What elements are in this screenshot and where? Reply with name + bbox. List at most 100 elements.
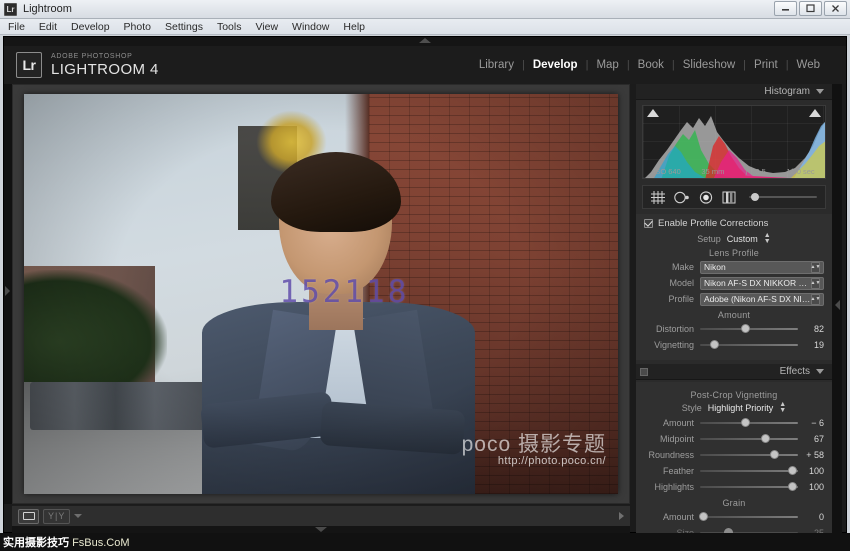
vignette-roundness-row: Roundness + 58 (644, 448, 824, 462)
select-spinner-icon[interactable]: ▲▼ (811, 293, 820, 305)
vignette-feather-slider[interactable] (700, 465, 798, 477)
minimize-button[interactable] (774, 1, 797, 16)
highlight-clipping-indicator[interactable] (809, 109, 821, 117)
slider-knob[interactable] (741, 418, 751, 428)
lens-make-select[interactable]: Nikon ▲▼ (700, 260, 824, 274)
image-viewer[interactable]: 152118 poco 摄影专题 http://photo.poco.cn/ (12, 84, 630, 504)
effects-panel-header[interactable]: Effects (636, 364, 832, 381)
shadow-clipping-indicator[interactable] (647, 109, 659, 117)
vignette-highlights-value[interactable]: 100 (798, 482, 824, 492)
enable-profile-corrections-row[interactable]: Enable Profile Corrections (644, 218, 824, 229)
vignette-style-row[interactable]: Style Highlight Priority ▲ ▼ (644, 401, 824, 414)
left-panel-collapse[interactable] (4, 84, 12, 504)
lens-make-value: Nikon (704, 262, 726, 273)
enable-profile-corrections-label: Enable Profile Corrections (658, 218, 769, 229)
menu-photo[interactable]: Photo (124, 21, 151, 33)
menu-view[interactable]: View (255, 21, 278, 33)
menu-tools[interactable]: Tools (217, 21, 242, 33)
brush-slider-knob[interactable] (751, 193, 759, 201)
histogram-panel-header[interactable]: Histogram (636, 84, 832, 100)
distortion-value[interactable]: 82 (798, 324, 824, 334)
vignette-midpoint-slider[interactable] (700, 433, 798, 445)
select-spinner-icon[interactable]: ▲▼ (811, 277, 820, 289)
vignette-midpoint-value[interactable]: 67 (798, 434, 824, 444)
slider-knob[interactable] (788, 482, 798, 492)
lens-model-label: Model (669, 278, 694, 289)
top-panel-collapse[interactable] (4, 37, 846, 46)
slider-knob[interactable] (741, 324, 751, 334)
vignette-amount-slider[interactable] (700, 417, 798, 429)
slider-knob[interactable] (770, 450, 780, 460)
loupe-view-icon[interactable] (18, 508, 39, 524)
toolbar-expand-icon[interactable] (619, 512, 624, 520)
distortion-row: Distortion 82 (644, 322, 824, 336)
compare-view-button[interactable]: Y|Y (43, 508, 71, 524)
filmstrip-collapse[interactable] (12, 526, 630, 533)
histogram-title: Histogram (764, 86, 810, 97)
vignette-feather-value[interactable]: 100 (798, 466, 824, 476)
module-web[interactable]: Web (789, 59, 828, 71)
slider-track (700, 454, 798, 457)
watermark-cn-text: 实用摄影技巧 (3, 537, 69, 549)
vignetting-value[interactable]: 19 (798, 340, 824, 350)
vignette-style-value[interactable]: Highlight Priority (708, 403, 774, 413)
select-spinner-icon[interactable]: ▲▼ (811, 261, 820, 273)
vignette-roundness-value[interactable]: + 58 (798, 450, 824, 460)
maximize-button[interactable] (799, 1, 822, 16)
effects-enable-switch[interactable] (640, 367, 648, 376)
slider-knob[interactable] (788, 466, 798, 476)
lens-profile-select[interactable]: Adobe (Nikon AF-S DX NIKKO... ▲▼ (700, 292, 824, 306)
menu-settings[interactable]: Settings (165, 21, 203, 33)
module-book[interactable]: Book (630, 59, 672, 71)
module-print[interactable]: Print (746, 59, 786, 71)
grain-amount-value[interactable]: 0 (798, 512, 824, 522)
menu-edit[interactable]: Edit (39, 21, 57, 33)
module-map[interactable]: Map (588, 59, 626, 71)
slider-knob[interactable] (698, 512, 708, 522)
lens-corrections-section: Enable Profile Corrections Setup Custom … (636, 214, 832, 361)
chevron-down-icon[interactable] (816, 89, 824, 94)
lightroom-logo-icon: Lr (16, 52, 42, 78)
slider-knob[interactable] (709, 340, 719, 350)
right-panel-collapse[interactable] (832, 84, 842, 533)
crop-overlay-icon[interactable] (651, 190, 665, 204)
vignette-roundness-slider[interactable] (700, 449, 798, 461)
graduated-filter-icon[interactable] (722, 191, 736, 204)
vignette-amount-row: Amount − 6 (644, 416, 824, 430)
adjustment-brush-icon[interactable] (749, 192, 817, 202)
vignette-midpoint-label: Midpoint (659, 434, 694, 445)
slider-knob[interactable] (760, 434, 770, 444)
chevron-down-icon[interactable] (816, 369, 824, 375)
updown-icon[interactable]: ▲ ▼ (779, 401, 786, 414)
slider-track (700, 486, 798, 489)
menu-help[interactable]: Help (343, 21, 365, 33)
photo-canvas[interactable]: 152118 poco 摄影专题 http://photo.poco.cn/ (24, 94, 618, 494)
close-button[interactable] (824, 1, 847, 16)
red-eye-icon[interactable] (699, 190, 713, 204)
menu-develop[interactable]: Develop (71, 21, 110, 33)
app-icon: Lr (4, 2, 17, 16)
histogram-graph[interactable]: ISO 640 35 mm ƒ / 2.5 1/50 sec (642, 105, 826, 179)
watermark-brand-text: poco 摄影专题 (461, 433, 606, 457)
setup-value[interactable]: Custom (727, 234, 758, 244)
vignetting-label: Vignetting (654, 340, 694, 351)
lens-model-select[interactable]: Nikon AF-S DX NIKKOR 35mm... ▲▼ (700, 276, 824, 290)
enable-profile-corrections-checkbox[interactable] (644, 219, 653, 228)
spot-removal-icon[interactable] (674, 191, 690, 204)
menu-window[interactable]: Window (292, 21, 329, 33)
module-library[interactable]: Library (471, 59, 522, 71)
updown-icon[interactable]: ▲ ▼ (764, 232, 771, 245)
lens-profile-value: Adobe (Nikon AF-S DX NIKKO... (704, 294, 811, 305)
module-develop[interactable]: Develop (525, 59, 586, 71)
module-slideshow[interactable]: Slideshow (675, 59, 743, 71)
distortion-slider[interactable] (700, 323, 798, 335)
setup-row[interactable]: Setup Custom ▲ ▼ (644, 232, 824, 245)
menu-file[interactable]: File (8, 21, 25, 33)
vignette-amount-value[interactable]: − 6 (798, 418, 824, 428)
chevron-down-icon[interactable] (74, 514, 83, 518)
grain-amount-slider[interactable] (698, 511, 798, 523)
lens-profile-title: Lens Profile (709, 248, 759, 259)
vignetting-slider[interactable] (700, 339, 798, 351)
effects-title: Effects (779, 366, 810, 378)
vignette-highlights-slider[interactable] (700, 481, 798, 493)
